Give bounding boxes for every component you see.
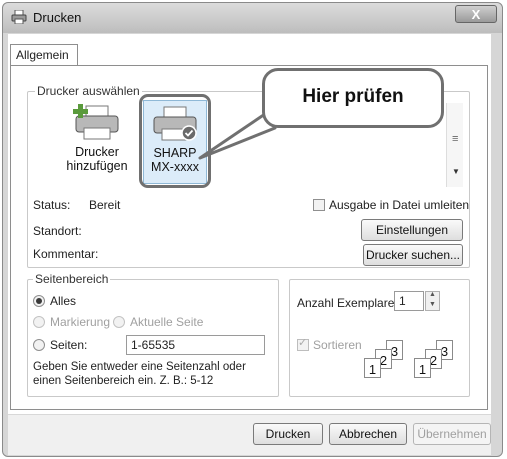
printer-list-scrollbar[interactable]: ≡ ▼ <box>446 103 463 187</box>
check-mark-icon: ✓ <box>298 337 308 349</box>
collate-illustration-2: 3 2 1 <box>414 340 458 382</box>
copies-count-input[interactable]: 1 <box>394 291 424 311</box>
print-to-file-label: Ausgabe in Datei umleiten <box>329 198 470 212</box>
collate-checkbox[interactable]: ✓ <box>297 337 309 351</box>
close-button[interactable]: X <box>455 5 497 23</box>
print-to-file-checkbox[interactable] <box>313 199 325 211</box>
printer-item-label: hinzufügen <box>66 159 128 173</box>
page-range-legend: Seitenbereich <box>33 272 111 286</box>
pages-label: Seiten: <box>50 338 88 352</box>
current-page-label: Aktuelle Seite <box>130 315 204 329</box>
location-label: Standort: <box>33 224 82 238</box>
selection-label: Markierung <box>50 315 111 329</box>
status-value: Bereit <box>89 198 121 212</box>
all-pages-radio[interactable] <box>33 295 45 307</box>
callout-text: Hier prüfen <box>302 86 404 107</box>
comment-label: Kommentar: <box>33 247 99 261</box>
find-printer-button[interactable]: Drucker suchen... <box>363 244 463 266</box>
all-pages-label: Alles <box>50 294 77 308</box>
collate-label: Sortieren <box>313 338 362 352</box>
pages-radio[interactable] <box>33 339 45 351</box>
page-number: 1 <box>364 358 381 378</box>
spin-down-arrow-icon[interactable]: ▼ <box>429 301 436 308</box>
collate-illustration-1: 3 2 1 <box>364 340 408 382</box>
selection-radio[interactable] <box>33 316 45 328</box>
settings-button[interactable]: Einstellungen <box>361 219 463 241</box>
printer-icon <box>11 10 27 24</box>
window-title: Drucken <box>33 10 82 25</box>
pages-input[interactable]: 1-65535 <box>126 335 265 355</box>
scroll-thumb-grip-icon: ≡ <box>452 133 459 145</box>
add-printer-icon <box>73 104 119 140</box>
print-button[interactable]: Drucken <box>253 423 323 445</box>
cancel-button[interactable]: Abbrechen <box>329 423 407 445</box>
spin-up-arrow-icon[interactable]: ▲ <box>429 291 436 298</box>
title-bar: Drucken X <box>3 3 502 33</box>
printer-group-legend: Drucker auswählen <box>35 84 142 98</box>
current-page-radio[interactable] <box>113 316 125 328</box>
printer-item-add[interactable]: Drucker hinzufügen <box>65 100 129 184</box>
tab-general[interactable]: Allgemein <box>10 44 78 66</box>
page-range-hint: Geben Sie entweder eine Seitenzahl oder … <box>33 361 246 387</box>
copies-spinner[interactable]: ▲ ▼ <box>425 291 440 311</box>
status-label: Status: <box>33 198 71 212</box>
copies-count-label: Anzahl Exemplare: <box>297 296 398 310</box>
scroll-down-arrow-icon[interactable]: ▼ <box>452 167 460 176</box>
apply-button[interactable]: Übernehmen <box>413 423 491 445</box>
printer-item-label: Drucker <box>75 145 119 159</box>
page-number: 1 <box>414 358 431 378</box>
